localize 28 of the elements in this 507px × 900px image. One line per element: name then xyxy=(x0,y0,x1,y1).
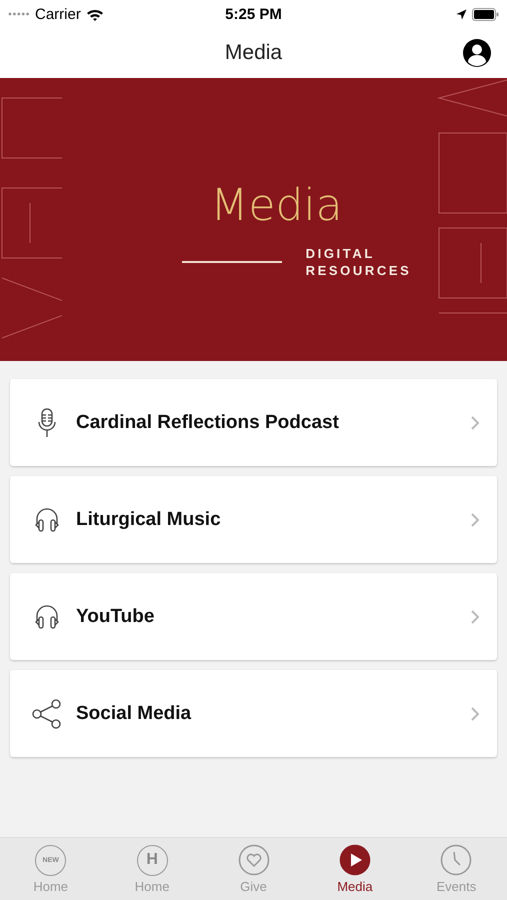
letter-icon: H xyxy=(136,844,168,876)
menu-card[interactable]: Social Media xyxy=(10,670,497,757)
location-icon xyxy=(456,8,467,20)
battery-icon xyxy=(472,8,499,20)
signal-icon xyxy=(8,12,30,16)
menu-card[interactable]: Liturgical Music xyxy=(10,476,497,563)
chevron-icon xyxy=(471,512,479,526)
play-icon xyxy=(338,844,371,876)
banner-subtitle: RESOURCES xyxy=(306,262,412,279)
menu-label: YouTube xyxy=(76,606,156,628)
menu-label: Cardinal Reflections Podcast xyxy=(76,412,340,434)
banner-subtitle: DIGITAL xyxy=(306,245,376,262)
wifi-icon xyxy=(86,8,104,20)
carrier-name: Carrier xyxy=(35,6,81,22)
menu-label: Liturgical Music xyxy=(76,508,222,530)
clock-icon xyxy=(440,844,472,876)
tab[interactable]: Media xyxy=(304,838,406,900)
chevron-icon xyxy=(471,610,479,624)
menu-card[interactable]: YouTube xyxy=(10,573,497,660)
profile-icon[interactable] xyxy=(462,38,492,68)
screen-title: Media xyxy=(224,41,282,65)
chevron-icon xyxy=(471,706,479,720)
menu-label: Social Media xyxy=(76,702,192,724)
share-icon xyxy=(32,698,62,728)
menu-card[interactable]: Cardinal Reflections Podcast xyxy=(10,379,497,466)
chevron-icon xyxy=(471,416,479,430)
status-time: 5:25 PM xyxy=(225,6,282,22)
banner-title: Media xyxy=(210,180,343,231)
